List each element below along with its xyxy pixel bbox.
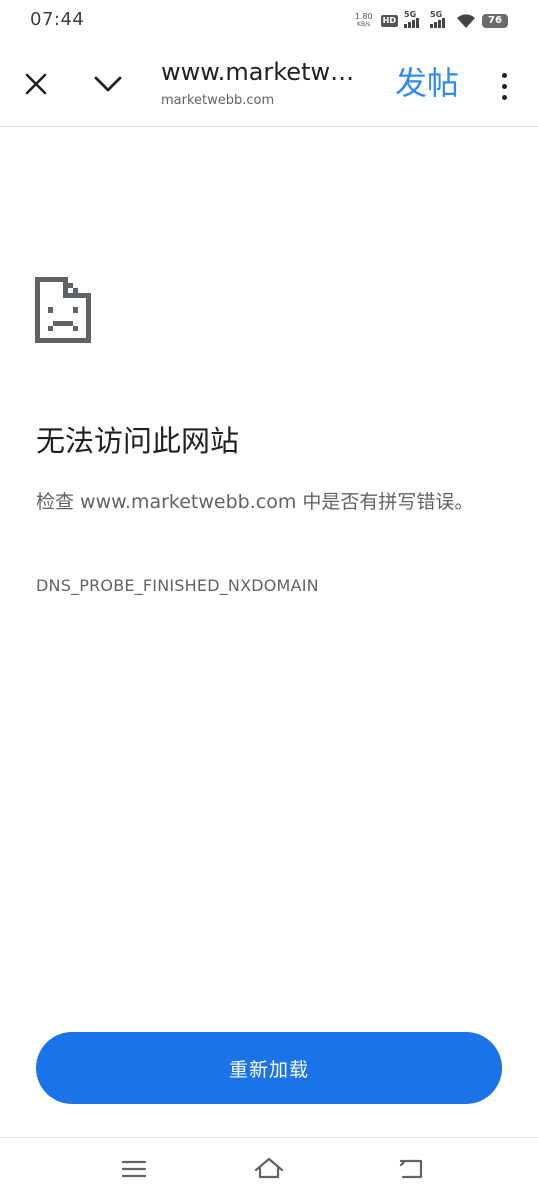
reload-button[interactable]: 重新加载 [36, 1032, 502, 1104]
hd-icon: HD [380, 15, 398, 27]
chevron-down-icon [94, 76, 122, 92]
network-speed-unit: KB/s [357, 21, 371, 28]
signal-icon-2: 5G [430, 10, 450, 28]
status-bar: 07:44 1.80 KB/s HD 5G 5G 76 [0, 0, 538, 44]
status-time: 07:44 [30, 9, 85, 30]
collapse-button[interactable] [90, 66, 126, 102]
system-nav-bar [0, 1137, 538, 1201]
signal-icon: 5G [404, 10, 424, 28]
menu-dot [501, 83, 507, 89]
recent-apps-button[interactable] [116, 1154, 152, 1184]
back-icon [399, 1159, 423, 1179]
error-description: 检查 www.marketwebb.com 中是否有拼写错误。 [36, 491, 474, 513]
url-title[interactable]: www.marketw… [161, 58, 361, 86]
status-icons: 1.80 KB/s HD 5G 5G 76 [353, 10, 508, 32]
sim1-label: 5G [404, 10, 417, 19]
url-domain: marketwebb.com [161, 93, 275, 108]
network-speed: 1.80 KB/s [353, 13, 375, 29]
error-title: 无法访问此网站 [36, 424, 240, 458]
close-button[interactable] [18, 66, 54, 102]
sim2-label: 5G [430, 10, 443, 19]
back-button[interactable] [393, 1154, 429, 1184]
post-button[interactable]: 发帖 [395, 58, 459, 104]
error-code: DNS_PROBE_FINISHED_NXDOMAIN [36, 576, 319, 595]
hamburger-icon [122, 1160, 146, 1178]
home-button[interactable] [251, 1154, 287, 1184]
browser-toolbar: www.marketw… marketwebb.com 发帖 [0, 44, 538, 127]
network-speed-value: 1.80 [354, 12, 373, 21]
sad-page-icon [35, 277, 91, 343]
wifi-icon [457, 14, 475, 28]
more-menu-button[interactable] [490, 68, 518, 104]
close-icon [25, 73, 47, 95]
battery-icon: 76 [482, 14, 508, 28]
menu-dot [501, 72, 507, 78]
home-icon [254, 1157, 284, 1179]
menu-dot [501, 94, 507, 100]
